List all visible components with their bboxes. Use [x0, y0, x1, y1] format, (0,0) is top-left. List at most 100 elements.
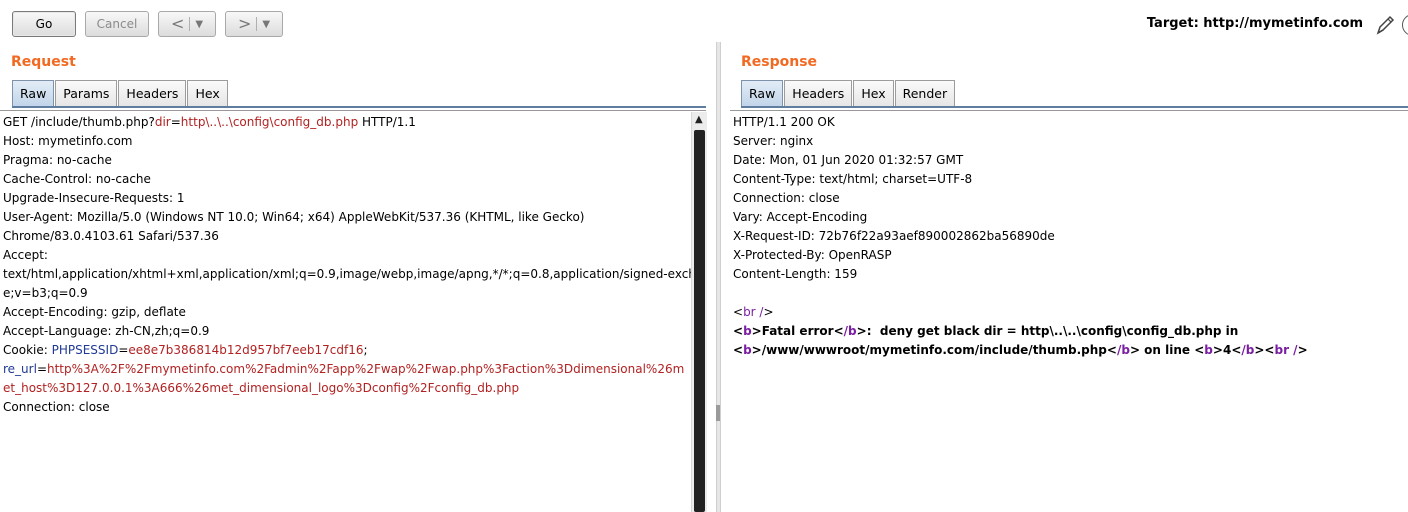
- header-line: text/html,application/xhtml+xml,applicat…: [3, 267, 706, 281]
- tab-response-raw[interactable]: Raw: [741, 80, 784, 106]
- header-line: Upgrade-Insecure-Requests: 1: [3, 191, 185, 205]
- cookie-value: ee8e7b386814b12d957bf7eeb17cdf16: [128, 343, 364, 357]
- tag-lt: <: [833, 324, 844, 338]
- response-line: X-Protected-By: OpenRASP: [733, 248, 892, 262]
- response-title: Response: [741, 54, 818, 70]
- tag-lt: <: [1194, 343, 1205, 357]
- on-line-text: on line: [1140, 343, 1195, 357]
- tag-gt: >: [1212, 343, 1223, 357]
- header-line: Chrome/83.0.4103.61 Safari/537.36: [3, 229, 219, 243]
- tag-name: b: [743, 343, 752, 357]
- cookie-eq: =: [36, 362, 47, 376]
- header-line: Accept:: [3, 248, 48, 262]
- response-line: Server: nginx: [733, 134, 814, 148]
- tab-request-hex[interactable]: Hex: [187, 80, 228, 106]
- response-line: Connection: close: [733, 191, 840, 205]
- pencil-icon[interactable]: [1374, 12, 1396, 38]
- response-line: Content-Type: text/html; charset=UTF-8: [733, 172, 973, 186]
- split-grip-icon[interactable]: [716, 405, 720, 421]
- query-param-name: dir: [154, 115, 171, 129]
- fatal-error-text: Fatal error: [761, 324, 834, 338]
- tag-lt: <: [733, 305, 744, 319]
- tab-request-raw[interactable]: Raw: [12, 80, 55, 106]
- response-line: HTTP/1.1 200 OK: [733, 115, 835, 129]
- header-line: Cache-Control: no-cache: [3, 172, 151, 186]
- tab-response-headers[interactable]: Headers: [784, 80, 853, 106]
- back-button[interactable]: < ▼: [158, 11, 216, 37]
- tab-response-render[interactable]: Render: [894, 80, 956, 106]
- split-divider[interactable]: [716, 42, 721, 512]
- response-line: Date: Mon, 01 Jun 2020 01:32:57 GMT: [733, 153, 964, 167]
- tag-gt: >: [1254, 343, 1265, 357]
- request-line: GET /include/thumb.php?dir=http\..\..\co…: [3, 113, 706, 132]
- response-line: Content-Length: 159: [733, 267, 858, 281]
- error-path-text: /www/wwwroot/mymetinfo.com/include/thumb…: [761, 343, 1107, 357]
- cookie-name: PHPSESSID: [51, 343, 119, 357]
- target-label: Target: http://mymetinfo.com: [1146, 16, 1363, 31]
- tab-request-params[interactable]: Params: [55, 80, 118, 106]
- response-editor[interactable]: HTTP/1.1 200 OK Server: nginx Date: Mon, 0…: [730, 110, 1408, 512]
- header-line: e;v=b3;q=0.9: [3, 286, 88, 300]
- cookie-line: Cookie: PHPSESSID=ee8e7b386814b12d957bf7…: [3, 341, 706, 360]
- tag-name: b: [1204, 343, 1213, 357]
- request-line-method-path: GET /include/thumb.php?: [3, 115, 155, 129]
- request-editor[interactable]: GET /include/thumb.php?dir=http\..\..\co…: [0, 110, 706, 512]
- tag-lt: <: [733, 343, 744, 357]
- chevron-right-icon: >: [237, 14, 252, 33]
- tab-response-hex[interactable]: Hex: [853, 80, 894, 106]
- cookie-sep: ;: [363, 343, 368, 357]
- button-divider: [256, 17, 258, 31]
- response-tab-underline: [741, 106, 1408, 108]
- body-line: <b>Fatal error</b>: deny get black dir =…: [733, 322, 1408, 341]
- cancel-button[interactable]: Cancel: [85, 11, 149, 37]
- response-text[interactable]: HTTP/1.1 200 OK Server: nginx Date: Mon, 0…: [730, 111, 1408, 360]
- query-param-value: http\..\..\config\config_db.php: [180, 115, 359, 129]
- header-line: User-Agent: Mozilla/5.0 (Windows NT 10.0…: [3, 210, 585, 224]
- scroll-thumb[interactable]: [694, 130, 705, 512]
- tag-name: /b: [1116, 343, 1130, 357]
- tag-lt: <: [1231, 343, 1242, 357]
- tag-name: b: [743, 324, 752, 338]
- request-title: Request: [11, 54, 76, 70]
- go-button[interactable]: Go: [12, 11, 76, 37]
- tag-gt: >: [751, 324, 762, 338]
- response-line: Vary: Accept-Encoding: [733, 210, 868, 224]
- header-line: Accept-Encoding: gzip, deflate: [3, 305, 186, 319]
- cookie-line: re_url=http%3A%2F%2Fmymetinfo.com%2Fadmi…: [3, 360, 706, 379]
- button-divider: [189, 17, 191, 31]
- header-line: Pragma: no-cache: [3, 153, 112, 167]
- tag-gt: >: [1129, 343, 1140, 357]
- help-icon[interactable]: [1402, 14, 1408, 36]
- response-line: X-Request-ID: 72b76f22a93aef890002862ba5…: [733, 229, 1055, 243]
- cookie-eq: =: [118, 343, 129, 357]
- tag-lt: <: [1106, 343, 1117, 357]
- go-label: Go: [35, 17, 53, 31]
- query-param-eq: =: [170, 115, 181, 129]
- tag-name: br /: [743, 305, 764, 319]
- scroll-up-icon[interactable]: ▲: [695, 114, 703, 125]
- tag-name: /b: [1241, 343, 1255, 357]
- request-line-protocol: HTTP/1.1: [358, 115, 416, 129]
- tab-request-headers[interactable]: Headers: [118, 80, 187, 106]
- tag-gt: >: [751, 343, 762, 357]
- header-line: Host: mymetinfo.com: [3, 134, 133, 148]
- tag-lt: <: [1264, 343, 1275, 357]
- tag-name: /b: [843, 324, 857, 338]
- forward-button[interactable]: > ▼: [225, 11, 283, 37]
- cookie-name: re_url: [3, 362, 37, 376]
- tag-lt: <: [733, 324, 744, 338]
- dropdown-arrow-icon[interactable]: ▼: [195, 19, 203, 30]
- cookie-label: Cookie:: [3, 343, 52, 357]
- chevron-left-icon: <: [170, 14, 185, 33]
- response-tabs: Raw Headers Hex Render: [741, 80, 956, 106]
- request-tab-underline: [12, 106, 706, 108]
- tag-name: br /: [1274, 343, 1298, 357]
- request-text[interactable]: GET /include/thumb.php?dir=http\..\..\co…: [0, 111, 706, 417]
- body-line: <b>/www/wwwroot/mymetinfo.com/include/th…: [733, 341, 1408, 360]
- request-scrollbar[interactable]: ▲: [691, 112, 707, 512]
- dropdown-arrow-icon[interactable]: ▼: [262, 19, 270, 30]
- tag-gt: >: [1297, 343, 1308, 357]
- body-line: <br />: [733, 303, 1408, 322]
- tag-gt: >: [856, 324, 867, 338]
